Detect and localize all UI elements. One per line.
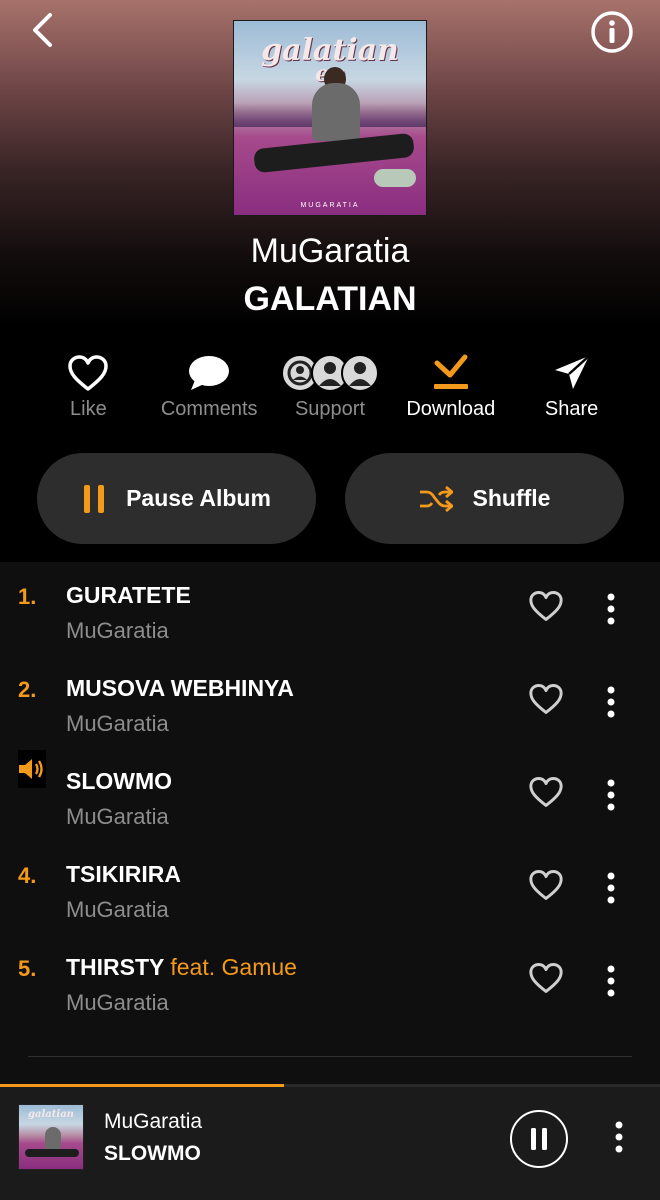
track-title: SLOWMO	[66, 768, 173, 794]
track-row[interactable]: 4. TSIKIRIRA MuGaratia	[0, 841, 660, 934]
heart-outline-icon[interactable]	[528, 869, 564, 901]
playback-progress-fill	[0, 1084, 284, 1087]
cover-figure	[312, 83, 360, 141]
back-button[interactable]	[22, 10, 62, 50]
cover-artist-label: MUGARATIA	[300, 202, 360, 209]
download-label: Download	[406, 398, 496, 420]
heart-outline-icon[interactable]	[528, 590, 564, 622]
album-artist[interactable]: MuGaratia	[0, 232, 660, 271]
shuffle-icon	[419, 485, 453, 512]
track-number: 2.	[18, 677, 37, 702]
comments-label: Comments	[160, 398, 258, 420]
track-number: 1.	[18, 584, 37, 609]
info-button[interactable]	[588, 8, 636, 56]
more-vertical-icon[interactable]	[604, 592, 618, 626]
track-row[interactable]: 5. THIRSTY feat. Gamue MuGaratia	[0, 934, 660, 1027]
track-number: 5.	[18, 956, 37, 981]
supporters-avatars-icon	[280, 354, 379, 392]
mini-player-artist: MuGaratia	[104, 1110, 203, 1133]
more-vertical-icon[interactable]	[604, 778, 618, 812]
download-button[interactable]: Download	[390, 350, 511, 421]
comments-button[interactable]: Comments	[149, 350, 270, 421]
heart-outline-icon	[68, 355, 109, 391]
track-artist: MuGaratia	[66, 711, 169, 736]
heart-outline-icon[interactable]	[528, 683, 564, 715]
more-vertical-icon[interactable]	[604, 871, 618, 905]
track-title: MUSOVA WEBHINYA	[66, 675, 294, 701]
download-check-icon	[433, 354, 468, 389]
track-artist: MuGaratia	[66, 897, 169, 922]
album-title: GALATIAN	[243, 280, 417, 318]
now-playing-indicator	[18, 750, 46, 788]
mini-player-pause-button[interactable]	[510, 1110, 568, 1168]
track-artist: MuGaratia	[66, 990, 169, 1015]
speaker-icon	[19, 759, 43, 779]
track-row[interactable]: 2. MUSOVA WEBHINYA MuGaratia	[0, 655, 660, 748]
cover-figure-shoe	[374, 169, 416, 187]
track-title-wrap: THIRSTY feat. Gamue	[66, 954, 297, 981]
chevron-left-icon	[33, 13, 52, 47]
speech-bubble-icon	[189, 356, 230, 390]
support-label: Support	[294, 398, 366, 420]
more-vertical-icon[interactable]	[604, 964, 618, 998]
album-actions: Like Comments Support Download Share	[28, 350, 632, 421]
mini-player[interactable]: galatian MuGaratia SLOWMO	[0, 1084, 660, 1200]
mini-player-title: SLOWMO	[104, 1142, 201, 1165]
shuffle-button[interactable]: Shuffle	[345, 453, 624, 544]
playback-progress-track[interactable]	[0, 1084, 660, 1087]
pause-album-label: Pause Album	[126, 485, 271, 511]
list-divider	[28, 1056, 632, 1057]
like-label: Like	[70, 398, 107, 420]
track-title: THIRSTY	[66, 954, 164, 980]
album-cover-art: galatian ep MUGARATIA	[233, 20, 427, 216]
mini-cover-figure-legs	[25, 1149, 79, 1157]
track-featuring: feat. Gamue	[170, 954, 297, 980]
heart-outline-icon[interactable]	[528, 962, 564, 994]
shuffle-label: Shuffle	[472, 485, 551, 511]
mini-cover-title: galatian	[28, 1109, 74, 1120]
info-icon	[591, 11, 633, 53]
track-title: GURATETE	[66, 582, 191, 608]
more-vertical-icon[interactable]	[612, 1120, 626, 1154]
pause-icon	[531, 1128, 547, 1150]
track-number: 4.	[18, 863, 37, 888]
more-vertical-icon[interactable]	[604, 685, 618, 719]
pause-album-button[interactable]: Pause Album	[37, 453, 316, 544]
track-artist: MuGaratia	[66, 618, 169, 643]
send-arrow-icon	[554, 355, 590, 389]
mini-player-cover: galatian	[18, 1104, 84, 1170]
like-button[interactable]: Like	[28, 350, 149, 421]
mini-cover-figure	[45, 1127, 61, 1149]
support-button[interactable]: Support	[270, 350, 391, 421]
track-list: 1. GURATETE MuGaratia 2. MUSOVA WEBHINYA…	[0, 562, 660, 1027]
track-artist: MuGaratia	[66, 804, 169, 829]
pause-icon	[84, 484, 105, 513]
share-button[interactable]: Share	[511, 350, 632, 421]
track-row-playing[interactable]: SLOWMO MuGaratia	[0, 748, 660, 841]
track-row[interactable]: 1. GURATETE MuGaratia	[0, 562, 660, 655]
track-title: TSIKIRIRA	[66, 861, 181, 887]
heart-outline-icon[interactable]	[528, 776, 564, 808]
share-label: Share	[544, 398, 599, 420]
